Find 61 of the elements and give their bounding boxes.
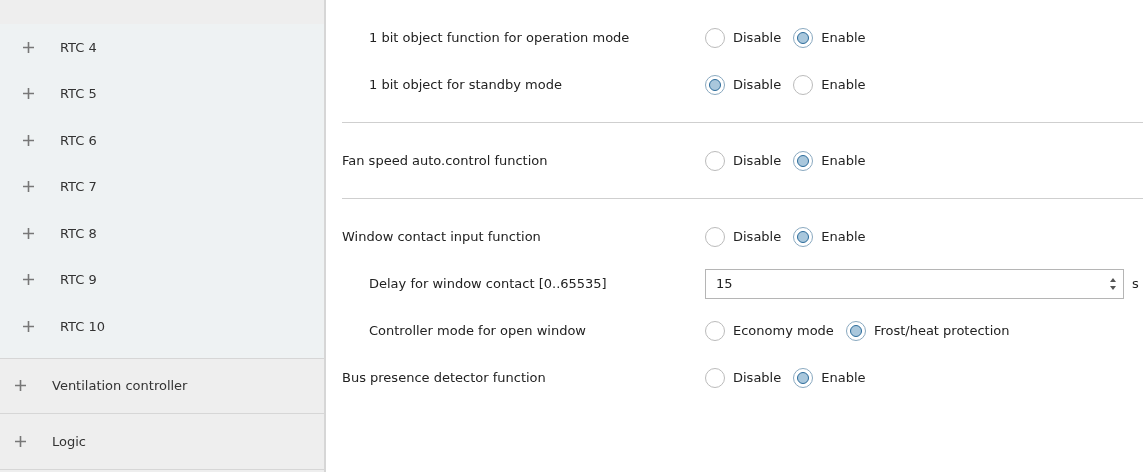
radio-button[interactable] (793, 27, 814, 48)
radio-option[interactable]: Disable (705, 367, 782, 388)
plus-icon[interactable] (23, 41, 34, 53)
sidebar-item-label: RTC 4 (60, 39, 97, 55)
radio-option[interactable]: Disable (705, 74, 782, 95)
radio-button[interactable] (793, 74, 814, 95)
sidebar-item-label: RTC 6 (60, 132, 97, 148)
radio-button[interactable] (793, 150, 814, 171)
plus-icon[interactable] (23, 88, 34, 100)
radio-button[interactable] (705, 226, 725, 247)
setting-label: Bus presence detector function (342, 370, 547, 385)
setting-label: 1 bit object for standby mode (368, 77, 563, 92)
setting-label: Controller mode for open window (368, 323, 587, 338)
number-input[interactable]: 15 (705, 268, 1124, 299)
sidebar-item[interactable]: Logic (0, 418, 324, 465)
sidebar-item[interactable]: Ventilation controller (0, 362, 324, 409)
sidebar-item-label: Ventilation controller (52, 378, 188, 394)
sidebar-item-label: RTC 7 (60, 179, 97, 195)
radio-option[interactable]: Enable (793, 367, 866, 388)
radio-button[interactable] (705, 320, 725, 341)
setting-label: Fan speed auto.control function (342, 153, 549, 168)
sidebar-item[interactable]: RTC 7 (0, 163, 324, 210)
radio-option[interactable]: Enable (793, 27, 866, 48)
sidebar-item[interactable]: RTC 4 (0, 24, 324, 71)
radio-option[interactable]: Disable (705, 150, 782, 171)
radio-button[interactable] (845, 320, 866, 341)
radio-button[interactable] (705, 27, 725, 48)
sidebar-item[interactable]: RTC 10 (0, 303, 324, 350)
sidebar-item[interactable]: RTC 6 (0, 117, 324, 164)
radio-button[interactable] (705, 74, 725, 95)
radio-button[interactable] (705, 367, 725, 388)
plus-icon[interactable] (23, 227, 34, 239)
plus-icon[interactable] (23, 134, 34, 146)
plus-icon[interactable] (23, 181, 34, 193)
sidebar-item-label: RTC 5 (60, 86, 97, 102)
setting-label: 1 bit object function for operation mode (368, 30, 631, 45)
radio-option[interactable]: Enable (793, 226, 866, 247)
plus-icon[interactable] (23, 274, 34, 286)
radio-option[interactable]: Enable (793, 150, 866, 171)
radio-button[interactable] (705, 150, 725, 171)
radio-option[interactable]: Disable (705, 226, 782, 247)
plus-icon[interactable] (23, 320, 34, 332)
plus-icon[interactable] (15, 380, 26, 392)
sidebar-item-label: RTC 10 (60, 318, 106, 334)
setting-label: Window contact input function (342, 229, 542, 244)
plus-icon[interactable] (15, 435, 26, 447)
sidebar-item-label: RTC 9 (60, 272, 97, 288)
radio-button[interactable] (793, 367, 814, 388)
setting-label: Delay for window contact [0..65535] (368, 276, 608, 291)
radio-option[interactable]: Enable (793, 74, 866, 95)
spinner-icon[interactable] (1109, 276, 1117, 291)
sidebar-item[interactable]: RTC 8 (0, 210, 324, 257)
sidebar-item-label: Logic (52, 433, 86, 449)
radio-option[interactable]: Disable (705, 27, 782, 48)
radio-button[interactable] (793, 226, 814, 247)
unit-label: s (1132, 276, 1139, 291)
radio-option[interactable]: Frost/heat protection (845, 320, 1010, 341)
sidebar-item-label: RTC 8 (60, 225, 97, 241)
sidebar-item[interactable]: RTC 5 (0, 70, 324, 117)
sidebar-item[interactable]: RTC 9 (0, 256, 324, 303)
radio-option[interactable]: Economy mode (705, 320, 834, 341)
